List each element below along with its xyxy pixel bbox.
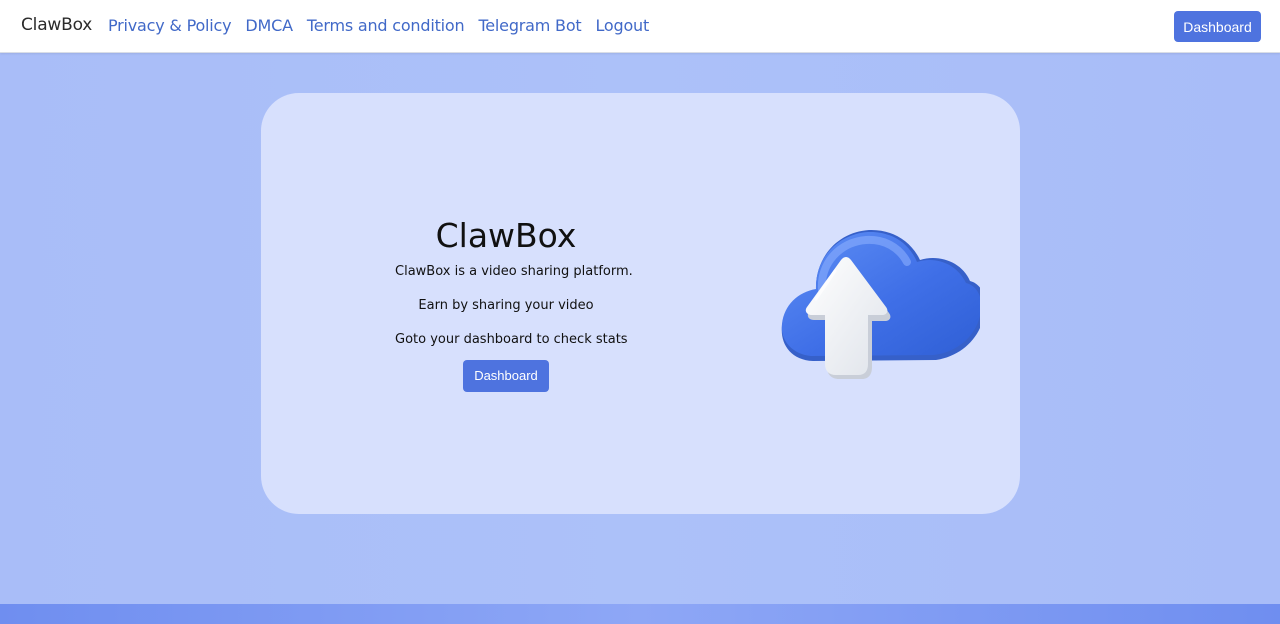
nav-link-logout[interactable]: Logout (595, 16, 649, 35)
brand-logo[interactable]: ClawBox (21, 15, 92, 35)
hero-title: ClawBox (435, 216, 577, 255)
nav-link-terms[interactable]: Terms and condition (307, 16, 465, 35)
hero-content: ClawBox ClawBox is a video sharing platf… (395, 216, 633, 392)
footer-bar (0, 604, 1280, 624)
hero-description: ClawBox is a video sharing platform. (395, 264, 633, 279)
hero-dashboard-button[interactable]: Dashboard (463, 360, 549, 392)
nav-links: Privacy & Policy DMCA Terms and conditio… (108, 16, 649, 35)
nav-link-dmca[interactable]: DMCA (245, 16, 293, 35)
nav-link-privacy-policy[interactable]: Privacy & Policy (108, 16, 232, 35)
nav-dashboard-button[interactable]: Dashboard (1174, 11, 1261, 42)
top-navbar: ClawBox Privacy & Policy DMCA Terms and … (0, 0, 1280, 53)
nav-link-telegram-bot[interactable]: Telegram Bot (478, 16, 581, 35)
hero-earn-text: Earn by sharing your video (418, 298, 594, 313)
cloud-upload-icon (781, 229, 980, 379)
hero-card: ClawBox ClawBox is a video sharing platf… (261, 93, 1020, 514)
hero-stats-text: Goto your dashboard to check stats (395, 332, 628, 347)
